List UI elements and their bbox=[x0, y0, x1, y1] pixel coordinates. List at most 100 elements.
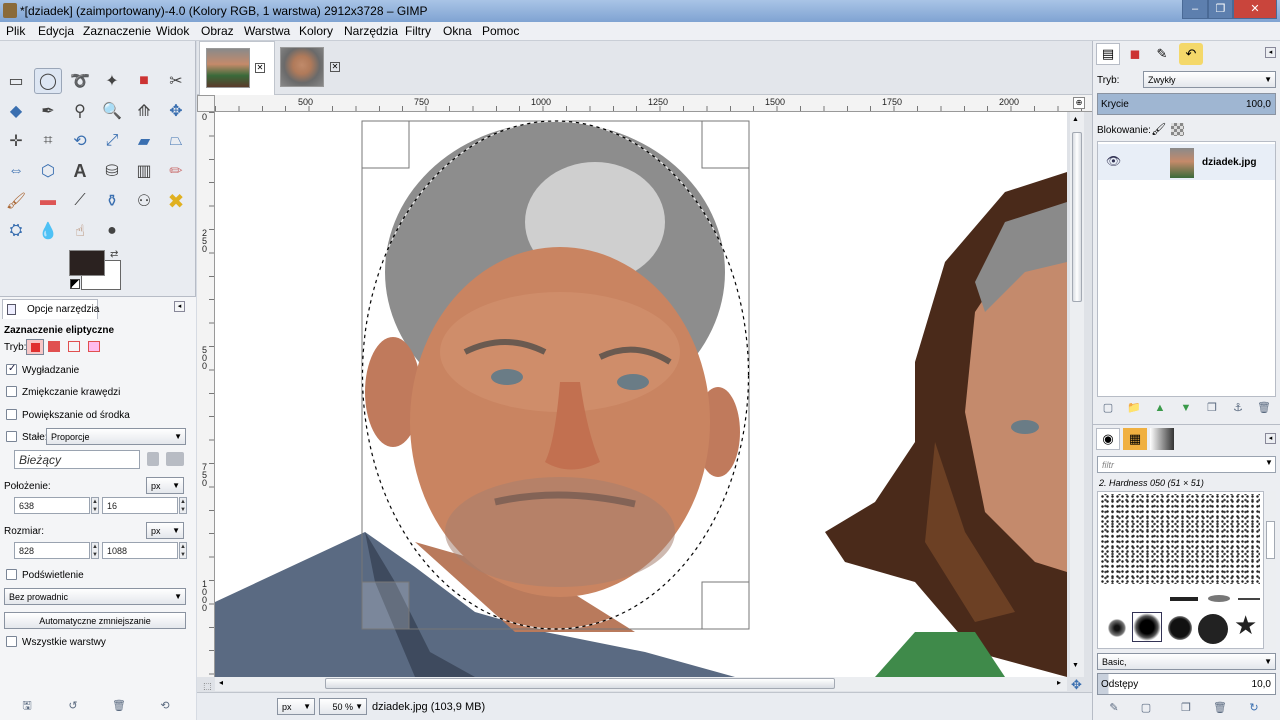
menu-obraz[interactable]: Obraz bbox=[201, 24, 234, 38]
menu-filtry[interactable]: Filtry bbox=[405, 24, 431, 38]
duplicate-brush-icon[interactable]: ❐ bbox=[1179, 701, 1193, 715]
swap-colors-icon[interactable]: ⇄ bbox=[110, 249, 118, 260]
new-layer-icon[interactable]: ▢ bbox=[1101, 401, 1115, 415]
layer-row[interactable]: 👁 dziadek.jpg bbox=[1098, 144, 1275, 180]
eraser-icon[interactable]: ▬ bbox=[34, 188, 62, 214]
default-colors-icon[interactable] bbox=[70, 279, 80, 289]
scale-icon[interactable]: ⤢ bbox=[98, 128, 126, 154]
blend-icon[interactable]: ▥ bbox=[130, 158, 158, 184]
undo-history-tab-icon[interactable]: ↶ bbox=[1179, 43, 1203, 65]
restore-options-icon[interactable]: ↺ bbox=[66, 699, 80, 713]
feather-checkbox[interactable] bbox=[6, 386, 17, 397]
scissors-icon[interactable]: ✂ bbox=[162, 68, 190, 94]
lock-pixels-icon[interactable]: 🖌 bbox=[1151, 122, 1166, 136]
layers-tab-icon[interactable]: ▤ bbox=[1096, 43, 1120, 65]
rect-select-icon[interactable]: ▭ bbox=[2, 68, 30, 94]
position-x-input[interactable]: 638 bbox=[14, 497, 90, 514]
close-tab-icon[interactable]: ✕ bbox=[330, 62, 340, 72]
position-unit-combo[interactable]: px ▼ bbox=[146, 477, 184, 494]
ink-icon[interactable]: ⚱ bbox=[98, 188, 126, 214]
blur-icon[interactable]: 💧 bbox=[34, 218, 62, 244]
size-unit-combo[interactable]: px ▼ bbox=[146, 522, 184, 539]
fixed-checkbox[interactable] bbox=[6, 431, 17, 442]
rotate-icon[interactable]: ⟲ bbox=[66, 128, 94, 154]
new-layer-group-icon[interactable]: 📁 bbox=[1127, 401, 1141, 415]
menu-edycja[interactable]: Edycja bbox=[38, 24, 74, 38]
gradients-tab-icon[interactable] bbox=[1150, 428, 1174, 450]
text-tool-icon[interactable]: A bbox=[66, 158, 94, 184]
vertical-scrollbar[interactable]: ▲ ▼ bbox=[1070, 112, 1084, 677]
size-h-spinner[interactable]: ▲ ▼ bbox=[179, 542, 187, 559]
free-select-icon[interactable]: ➰ bbox=[66, 68, 94, 94]
minimize-button[interactable]: – bbox=[1182, 0, 1208, 19]
mode-intersect-button[interactable] bbox=[88, 341, 100, 352]
selection-handle-top-left[interactable] bbox=[361, 120, 410, 169]
layer-mode-combo[interactable]: Zwykły ▼ bbox=[1143, 71, 1276, 88]
scroll-right-icon[interactable]: ▸ bbox=[1057, 678, 1061, 687]
opacity-slider[interactable]: Krycie 100,0 bbox=[1097, 93, 1276, 115]
panel-menu-icon[interactable]: ◂ bbox=[1265, 433, 1276, 444]
scroll-up-icon[interactable]: ▲ bbox=[1072, 116, 1079, 123]
edit-brush-icon[interactable]: ✎ bbox=[1107, 701, 1121, 715]
vertical-scroll-thumb[interactable] bbox=[1072, 132, 1082, 302]
align-icon[interactable]: ✛ bbox=[2, 128, 30, 154]
move-icon[interactable]: ✥ bbox=[162, 98, 190, 124]
brushes-tab-icon[interactable]: ◉ bbox=[1096, 428, 1120, 450]
mode-add-button[interactable] bbox=[48, 341, 60, 352]
clone-icon[interactable]: ⚇ bbox=[130, 188, 158, 214]
raise-layer-icon[interactable]: ▲ bbox=[1153, 401, 1167, 415]
maximize-button[interactable]: ❐ bbox=[1208, 0, 1233, 19]
position-y-input[interactable]: 16 bbox=[102, 497, 178, 514]
tab-second-image[interactable]: ✕ bbox=[277, 41, 353, 95]
size-h-input[interactable]: 1088 bbox=[102, 542, 178, 559]
menu-zaznaczenie[interactable]: Zaznaczenie bbox=[83, 24, 151, 38]
lock-aspect-icon[interactable] bbox=[147, 452, 159, 466]
horizontal-scroll-thumb[interactable] bbox=[325, 678, 835, 689]
selection-handle-top-right[interactable] bbox=[701, 120, 750, 169]
unit-combo[interactable]: px ▼ bbox=[277, 698, 315, 715]
horizontal-ruler[interactable]: 500 750 1000 1250 1500 1750 2000 bbox=[215, 95, 1092, 112]
panel-menu-icon[interactable]: ◂ bbox=[174, 301, 185, 312]
lock-alpha-icon[interactable] bbox=[1171, 123, 1184, 136]
perspective-icon[interactable]: ⏢ bbox=[162, 128, 190, 154]
position-y-spinner[interactable]: ▲ ▼ bbox=[179, 497, 187, 514]
shear-icon[interactable]: ▰ bbox=[130, 128, 158, 154]
foreground-select-icon[interactable]: ◆ bbox=[2, 98, 30, 124]
size-w-spinner[interactable]: ▲ ▼ bbox=[91, 542, 99, 559]
highlight-checkbox[interactable] bbox=[6, 569, 17, 580]
menu-okna[interactable]: Okna bbox=[443, 24, 472, 38]
crop-icon[interactable]: ⌗ bbox=[34, 128, 62, 154]
smudge-icon[interactable]: ☝ bbox=[66, 218, 94, 244]
expand-center-checkbox[interactable] bbox=[6, 409, 17, 420]
tool-options-tab[interactable]: Opcje narzędzia bbox=[2, 299, 99, 319]
auto-shrink-button[interactable]: Automatyczne zmniejszanie bbox=[4, 612, 186, 629]
mode-subtract-button[interactable] bbox=[68, 341, 80, 352]
scroll-down-icon[interactable]: ▼ bbox=[1072, 662, 1079, 669]
reset-options-icon[interactable]: ⟲ bbox=[158, 699, 172, 713]
zoom-fit-icon[interactable]: ⊕ bbox=[1073, 97, 1085, 109]
delete-options-icon[interactable]: 🗑 bbox=[112, 699, 126, 713]
tab-dziadek[interactable]: ✕ bbox=[199, 41, 275, 95]
position-x-spinner[interactable]: ▲ ▼ bbox=[91, 497, 99, 514]
vertical-ruler[interactable]: 0 250 500 750 1000 bbox=[197, 112, 215, 677]
brush-filter-input[interactable]: filtr bbox=[1097, 456, 1276, 473]
brush-scrollbar[interactable] bbox=[1265, 491, 1276, 649]
cage-transform-icon[interactable]: ⬡ bbox=[34, 158, 62, 184]
menu-plik[interactable]: Plik bbox=[6, 24, 25, 38]
paths-icon[interactable]: ✒ bbox=[34, 98, 62, 124]
airbrush-icon[interactable]: ⟋ bbox=[66, 188, 94, 214]
duplicate-layer-icon[interactable]: ❐ bbox=[1205, 401, 1219, 415]
zoom-combo[interactable]: 50 % ▼ bbox=[319, 698, 367, 715]
menu-warstwa[interactable]: Warstwa bbox=[244, 24, 290, 38]
new-brush-icon[interactable]: ▢ bbox=[1139, 701, 1153, 715]
eye-visibility-icon[interactable]: 👁 bbox=[1106, 154, 1121, 168]
delete-brush-icon[interactable]: 🗑 bbox=[1213, 701, 1227, 715]
heal-icon[interactable]: ✖ bbox=[162, 188, 190, 214]
anchor-layer-icon[interactable]: ⚓ bbox=[1231, 401, 1245, 415]
foreground-color-swatch[interactable] bbox=[69, 250, 105, 276]
navigate-icon[interactable]: ✥ bbox=[1071, 677, 1082, 693]
portrait-landscape-icon[interactable] bbox=[166, 452, 184, 466]
menu-narzedzia[interactable]: Narzędzia bbox=[344, 24, 398, 38]
paintbrush-icon[interactable]: 🖌 bbox=[2, 188, 30, 214]
channels-tab-icon[interactable]: ◼ bbox=[1123, 43, 1147, 65]
